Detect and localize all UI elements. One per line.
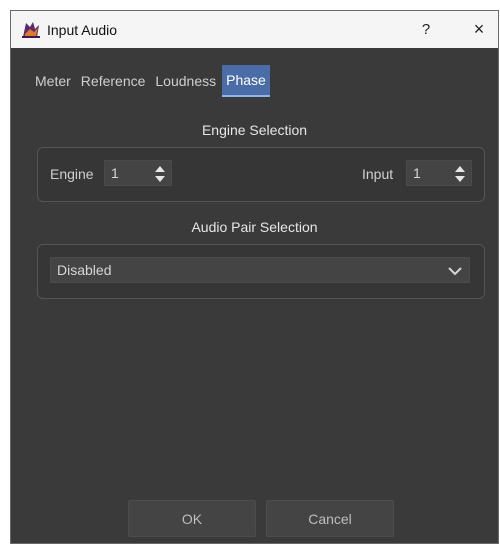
engine-selection-group: Engine 1 Input 1 xyxy=(37,147,485,202)
audio-pair-dropdown[interactable]: Disabled xyxy=(50,257,470,283)
input-spinbox[interactable]: 1 xyxy=(406,160,472,186)
tab-bar: Meter Reference Loudness Phase xyxy=(31,65,270,97)
input-audio-dialog: Input Audio ? × Meter Reference Loudness… xyxy=(10,10,499,544)
input-value: 1 xyxy=(413,165,421,181)
audio-pair-selected-value: Disabled xyxy=(57,262,112,278)
tab-loudness[interactable]: Loudness xyxy=(151,65,220,97)
input-label: Input xyxy=(362,166,394,182)
tab-reference[interactable]: Reference xyxy=(77,65,150,97)
engine-value: 1 xyxy=(111,165,119,181)
audio-pair-selection-group: Disabled xyxy=(37,244,485,299)
spin-arrows-icon[interactable] xyxy=(453,164,467,184)
close-button[interactable]: × xyxy=(460,19,498,40)
engine-selection-title: Engine Selection xyxy=(201,122,308,138)
audio-pair-selection-title: Audio Pair Selection xyxy=(191,219,318,235)
cancel-button[interactable]: Cancel xyxy=(266,500,394,537)
tab-meter[interactable]: Meter xyxy=(31,65,75,97)
tab-phase[interactable]: Phase xyxy=(222,65,270,97)
engine-spinbox[interactable]: 1 xyxy=(104,160,172,186)
chevron-down-icon[interactable] xyxy=(447,264,463,276)
spin-arrows-icon[interactable] xyxy=(153,164,167,184)
title-bar: Input Audio ? × xyxy=(11,11,498,48)
help-button[interactable]: ? xyxy=(406,21,446,38)
app-icon xyxy=(21,20,41,40)
engine-label: Engine xyxy=(50,166,94,182)
ok-button[interactable]: OK xyxy=(128,500,256,537)
window-title: Input Audio xyxy=(47,21,118,38)
